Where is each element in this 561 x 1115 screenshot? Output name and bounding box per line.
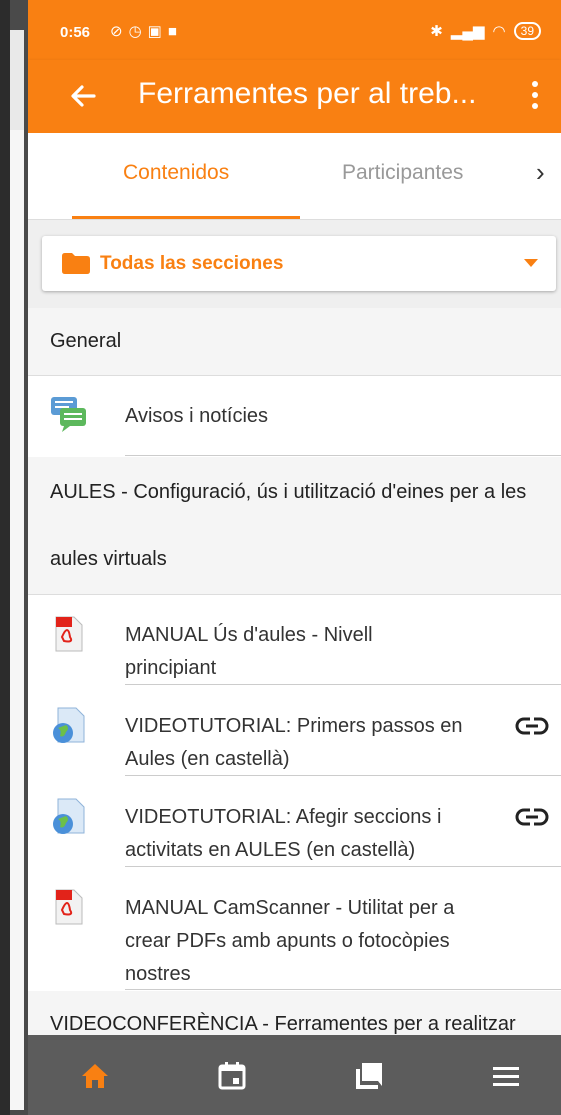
status-time: 0:56 (60, 24, 91, 41)
list-item-manual-aules[interactable]: MANUAL Ús d'aules - Nivell principiant (28, 595, 561, 685)
url-icon (53, 798, 85, 834)
pdf-icon (55, 889, 83, 925)
bluetooth-icon: ✱ (430, 23, 443, 40)
more-options-icon[interactable] (523, 76, 547, 116)
battery-icon: 39 (513, 22, 541, 40)
list-item-label: Avisos i notícies (125, 405, 269, 427)
signal-icon: ▂▄▆ (450, 23, 485, 40)
list-item-label: crear PDFs amb apunts o fotocòpies (125, 930, 450, 952)
chevron-right-icon[interactable]: › (536, 157, 545, 188)
sections-dropdown-label: Todas las secciones (100, 253, 284, 274)
section-header-general: General (28, 308, 561, 376)
back-arrow-icon[interactable] (64, 76, 104, 116)
messages-icon[interactable] (352, 1059, 386, 1093)
status-system-icons: ✱ ▂▄▆ ◠ 39 (430, 22, 541, 40)
list-item-label: MANUAL CamScanner - Utilitat per a (125, 897, 455, 919)
tab-participantes[interactable]: Participantes (342, 161, 463, 185)
divider (125, 455, 561, 456)
divider (125, 775, 561, 776)
list-item-label: principiant (125, 657, 217, 679)
home-icon[interactable] (78, 1059, 112, 1093)
forum-icon (51, 397, 86, 432)
bottom-navigation (28, 1035, 561, 1115)
divider (125, 684, 561, 685)
section-header-aules: AULES - Configuració, ús i utilització d… (28, 457, 561, 595)
folder-icon (62, 253, 90, 274)
calendar-icon[interactable] (215, 1059, 249, 1093)
list-item-label: VIDEOTUTORIAL: Primers passos en (125, 715, 463, 737)
list-item-label: VIDEOTUTORIAL: Afegir seccions i (125, 806, 442, 828)
app-bar: Ferramentes per al treb... (28, 60, 561, 133)
section-title: General (50, 330, 122, 352)
app-window: 0:56 ⊘◷▣■ ✱ ▂▄▆ ◠ 39 Ferramentes per al … (28, 0, 561, 1115)
background-edge-header (10, 30, 24, 130)
background-app-edge (0, 0, 28, 1115)
background-edge-dark (0, 0, 10, 1115)
divider (125, 866, 561, 867)
page-title: Ferramentes per al treb... (138, 77, 477, 110)
list-item-videotutorial-afegir[interactable]: VIDEOTUTORIAL: Afegir seccions i activit… (28, 777, 561, 867)
sections-dropdown[interactable]: Todas las secciones (42, 236, 556, 291)
link-icon[interactable] (515, 716, 549, 736)
list-item-label: MANUAL Ús d'aules - Nivell (125, 624, 373, 646)
list-item-avisos[interactable]: Avisos i notícies (28, 376, 561, 456)
wifi-icon: ◠ (492, 23, 506, 40)
list-item-manual-camscanner[interactable]: MANUAL CamScanner - Utilitat per a crear… (28, 868, 561, 990)
url-icon (53, 707, 85, 743)
status-bar: 0:56 ⊘◷▣■ ✱ ▂▄▆ ◠ 39 (28, 0, 561, 60)
tab-bar: Contenidos Participantes › (28, 133, 561, 219)
section-title-line: AULES - Configuració, ús i utilització d… (50, 481, 527, 503)
section-title: VIDEOCONFERÈNCIA - Ferramentes per a rea… (50, 1013, 516, 1035)
divider (125, 989, 561, 990)
pdf-icon (55, 616, 83, 652)
list-item-videotutorial-primers[interactable]: VIDEOTUTORIAL: Primers passos en Aules (… (28, 686, 561, 776)
section-title-line: aules virtuals (50, 548, 167, 570)
list-item-label: activitats en AULES (en castellà) (125, 839, 416, 861)
list-item-label: Aules (en castellà) (125, 748, 290, 770)
tab-contenidos[interactable]: Contenidos (123, 161, 229, 185)
status-notification-icons: ⊘◷▣■ (110, 23, 183, 40)
more-menu-icon[interactable] (489, 1059, 523, 1093)
background-edge-content (10, 130, 24, 1110)
list-item-label: nostres (125, 963, 191, 985)
link-icon[interactable] (515, 807, 549, 827)
dropdown-caret-icon (524, 259, 538, 267)
